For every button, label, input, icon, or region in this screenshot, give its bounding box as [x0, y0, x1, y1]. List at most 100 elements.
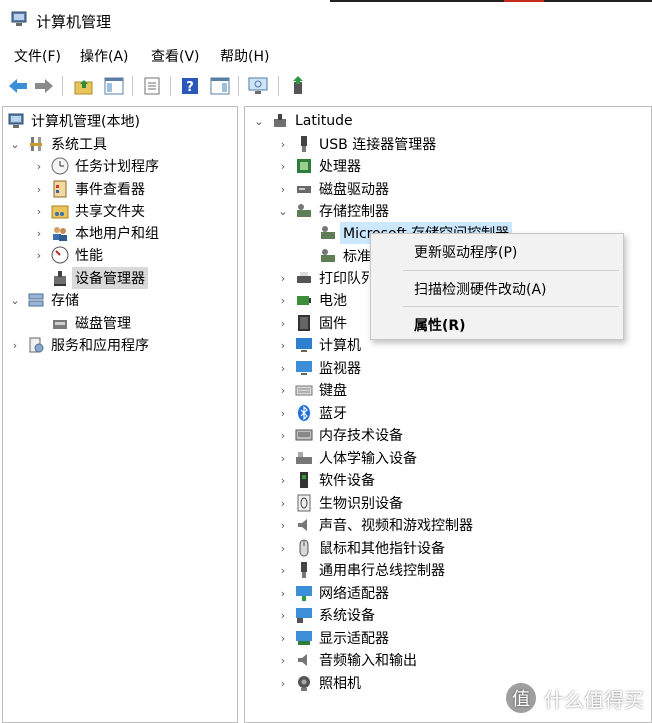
chevron-right-icon[interactable]: ›: [33, 183, 45, 196]
tree-item-event-viewer[interactable]: › 事件查看器: [33, 178, 145, 200]
device-category-disk-drives[interactable]: › 磁盘驱动器: [277, 178, 389, 200]
chevron-down-icon[interactable]: ⌄: [9, 294, 21, 307]
storage-controller-icon: [321, 226, 335, 239]
device-root-latitude[interactable]: ⌄ Latitude: [253, 110, 352, 132]
menu-item-update-driver[interactable]: 更新驱动程序(P): [414, 242, 517, 262]
menu-help[interactable]: 帮助(H): [220, 46, 269, 66]
computer-management-icon: [8, 113, 24, 128]
chevron-right-icon[interactable]: ›: [277, 632, 289, 645]
arrow-left-icon: [9, 79, 27, 93]
chevron-right-icon[interactable]: ›: [277, 497, 289, 510]
export-list-button[interactable]: [140, 74, 164, 98]
device-category-software-devices[interactable]: › 软件设备: [277, 469, 375, 491]
tree-label: 性能: [75, 248, 103, 264]
help-button[interactable]: ?: [178, 74, 202, 98]
device-category-keyboards[interactable]: › 键盘: [277, 379, 347, 401]
chevron-right-icon[interactable]: ›: [277, 452, 289, 465]
tree-label: 系统工具: [51, 137, 107, 153]
device-category-storage-controllers[interactable]: ⌄ 存储控制器: [277, 200, 389, 222]
chevron-right-icon[interactable]: ›: [277, 677, 289, 690]
chevron-right-icon[interactable]: ›: [277, 339, 289, 352]
chevron-right-icon[interactable]: ›: [277, 407, 289, 420]
chevron-right-icon[interactable]: ›: [277, 429, 289, 442]
tree-item-local-users-groups[interactable]: › 本地用户和组: [33, 222, 159, 244]
menu-item-scan-hardware-changes[interactable]: 扫描检测硬件改动(A): [414, 279, 547, 299]
device-standard-controller[interactable]: 标准: [319, 245, 371, 267]
chevron-right-icon[interactable]: ›: [277, 183, 289, 196]
chevron-right-icon[interactable]: ›: [9, 339, 21, 352]
up-folder-button[interactable]: [72, 74, 96, 98]
mouse-icon: [299, 539, 309, 557]
show-hide-tree-button[interactable]: [102, 74, 126, 98]
chevron-right-icon[interactable]: ›: [277, 138, 289, 151]
tree-item-shared-folders[interactable]: › 共享文件夹: [33, 200, 145, 222]
action-pane-button[interactable]: [208, 74, 232, 98]
device-category-audio-io[interactable]: › 音频输入和输出: [277, 649, 417, 671]
chevron-right-icon[interactable]: ›: [277, 587, 289, 600]
hid-icon: [296, 452, 312, 464]
chevron-right-icon[interactable]: ›: [277, 519, 289, 532]
tree-item-storage[interactable]: ⌄ 存储: [9, 289, 79, 311]
chevron-right-icon[interactable]: ›: [33, 227, 45, 240]
forward-button[interactable]: [32, 74, 56, 98]
chevron-right-icon[interactable]: ›: [33, 249, 45, 262]
chevron-right-icon[interactable]: ›: [277, 272, 289, 285]
chevron-right-icon[interactable]: ›: [277, 160, 289, 173]
device-category-computer[interactable]: › 计算机: [277, 334, 361, 356]
tree-item-performance[interactable]: › 性能: [33, 244, 103, 266]
tree-item-disk-management[interactable]: 磁盘管理: [51, 312, 131, 334]
device-category-usb-connector[interactable]: › USB 连接器管理器: [277, 133, 436, 155]
chevron-right-icon[interactable]: ›: [277, 542, 289, 555]
device-category-usb-controllers[interactable]: › 通用串行总线控制器: [277, 559, 445, 581]
firmware-icon: [298, 315, 310, 331]
scan-hardware-button[interactable]: [246, 74, 270, 98]
device-category-bluetooth[interactable]: › 蓝牙: [277, 402, 347, 424]
device-category-sound-video-game[interactable]: › 声音、视频和游戏控制器: [277, 514, 473, 536]
device-category-memory-technology[interactable]: › 内存技术设备: [277, 424, 403, 446]
chevron-right-icon[interactable]: ›: [277, 474, 289, 487]
device-category-batteries[interactable]: › 电池: [277, 289, 347, 311]
tree-label: 共享文件夹: [75, 204, 145, 220]
device-category-mice[interactable]: › 鼠标和其他指针设备: [277, 537, 445, 559]
chevron-right-icon[interactable]: ›: [277, 294, 289, 307]
device-category-biometric[interactable]: › 生物识别设备: [277, 492, 403, 514]
chevron-down-icon[interactable]: ⌄: [253, 115, 265, 128]
help-icon: ?: [182, 78, 198, 95]
chevron-right-icon[interactable]: ›: [277, 654, 289, 667]
chevron-right-icon[interactable]: ›: [277, 384, 289, 397]
menu-item-properties[interactable]: 属性(R): [414, 315, 466, 335]
device-category-network-adapters[interactable]: › 网络适配器: [277, 582, 389, 604]
menu-file[interactable]: 文件(F): [14, 46, 61, 66]
device-category-cameras[interactable]: › 照相机: [277, 672, 361, 694]
menu-action[interactable]: 操作(A): [80, 46, 129, 66]
chevron-right-icon[interactable]: ›: [33, 160, 45, 173]
tree-label: 事件查看器: [75, 182, 145, 198]
chevron-down-icon[interactable]: ⌄: [9, 138, 21, 151]
chevron-right-icon[interactable]: ›: [277, 609, 289, 622]
device-category-monitors[interactable]: › 监视器: [277, 357, 361, 379]
tree-item-device-manager[interactable]: 设备管理器: [51, 267, 148, 289]
back-button[interactable]: [6, 74, 30, 98]
printer-icon: [297, 272, 311, 283]
menu-view[interactable]: 查看(V): [151, 46, 200, 66]
device-category-processor[interactable]: › 处理器: [277, 155, 361, 177]
device-category-hid[interactable]: › 人体学输入设备: [277, 447, 417, 469]
tree-root-computer-management[interactable]: 计算机管理(本地): [7, 110, 140, 132]
toolbar-separator: [132, 76, 133, 96]
device-category-firmware[interactable]: › 固件: [277, 312, 347, 334]
tree-item-system-tools[interactable]: ⌄ 系统工具: [9, 133, 107, 155]
device-category-display-adapters[interactable]: › 显示适配器: [277, 627, 389, 649]
tree-item-services-applications[interactable]: › 服务和应用程序: [9, 334, 149, 356]
window-title: 计算机管理: [36, 13, 112, 31]
chevron-right-icon[interactable]: ›: [277, 362, 289, 375]
chevron-down-icon[interactable]: ⌄: [277, 205, 289, 218]
chevron-right-icon[interactable]: ›: [277, 564, 289, 577]
device-category-print-queues[interactable]: › 打印队列: [277, 267, 375, 289]
device-category-system-devices[interactable]: › 系统设备: [277, 604, 375, 626]
tree-item-task-scheduler[interactable]: › 任务计划程序: [33, 155, 159, 177]
camera-icon: [298, 676, 310, 691]
update-driver-button[interactable]: [286, 74, 310, 98]
audio-io-icon: [298, 654, 307, 666]
chevron-right-icon[interactable]: ›: [33, 205, 45, 218]
chevron-right-icon[interactable]: ›: [277, 317, 289, 330]
